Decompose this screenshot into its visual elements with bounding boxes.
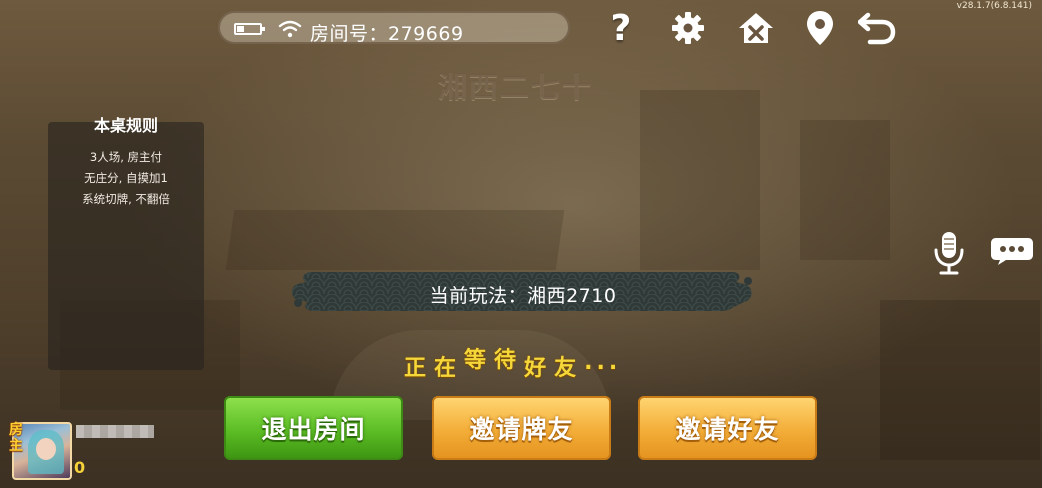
waiting-char: 等	[464, 348, 487, 373]
location-icon[interactable]	[800, 8, 840, 48]
help-icon[interactable]: ?	[601, 8, 641, 49]
version-label: v28.1.7(6.8.141)	[956, 1, 1032, 11]
waiting-message: 正 在 等 待 好 友 . . .	[404, 340, 625, 381]
rules-line: 系统切牌, 不翻倍	[82, 192, 170, 206]
waiting-char: 待	[494, 348, 517, 373]
waiting-char: .	[596, 350, 605, 375]
gear-icon[interactable]	[668, 8, 708, 48]
host-badge: 房主	[9, 422, 23, 454]
game-title: 湘西二七十	[438, 70, 594, 104]
rules-title: 本桌规则	[93, 116, 158, 135]
back-icon[interactable]	[857, 8, 897, 48]
rules-line: 3人场, 房主付	[89, 150, 163, 164]
current-mode-label: 当前玩法：湘西2710	[429, 285, 617, 307]
status-bar: 房间号：279669	[218, 11, 570, 45]
invite-card-friend-button[interactable]: 邀请牌友	[432, 396, 611, 460]
rules-line: 无庄分, 自摸加1	[84, 171, 168, 185]
avatar-image	[36, 438, 56, 460]
player-score: 0	[74, 458, 86, 477]
waiting-char: 友	[554, 356, 577, 381]
waiting-char: 在	[434, 356, 457, 381]
player-name-blurred	[76, 425, 154, 438]
waiting-char: .	[584, 350, 593, 375]
waiting-char: .	[608, 350, 618, 375]
background-scenery	[880, 300, 1040, 460]
exit-room-button[interactable]: 退出房间	[224, 396, 403, 460]
invite-friend-button[interactable]: 邀请好友	[638, 396, 817, 460]
wifi-icon	[278, 20, 302, 38]
background-scenery	[640, 90, 760, 270]
room-number: 房间号：279669	[310, 23, 464, 45]
chat-icon[interactable]	[990, 236, 1034, 266]
waiting-char: 正	[404, 356, 427, 381]
background-scenery	[800, 120, 890, 260]
battery-icon	[234, 23, 265, 35]
microphone-icon[interactable]	[932, 230, 966, 276]
background-scenery	[225, 210, 565, 270]
waiting-char: 好	[524, 356, 547, 381]
home-icon[interactable]	[736, 8, 776, 48]
game-room-screen: 房间号：279669 ? v28.1.7(6.8.141) 湘西二七十 本桌规则…	[0, 0, 1042, 488]
